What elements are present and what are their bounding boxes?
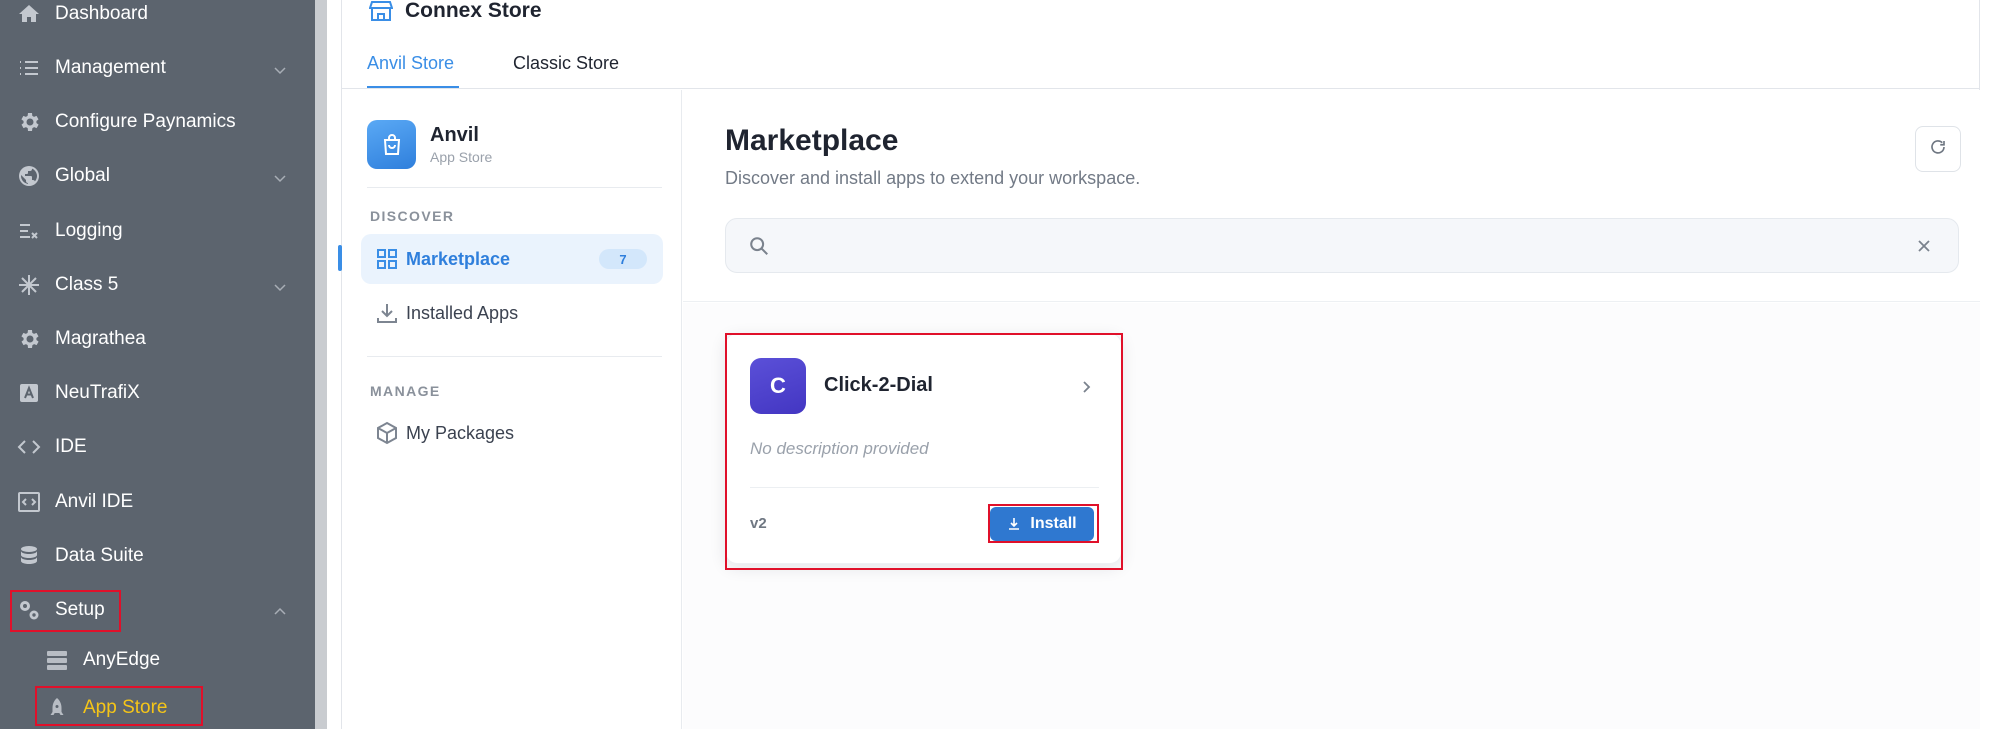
app-icon: C [750, 358, 806, 414]
sidebar-item-logging[interactable]: Logging [0, 206, 315, 256]
search-input[interactable] [784, 229, 1884, 263]
refresh-icon [1929, 138, 1947, 161]
app-name: Click-2-Dial [824, 374, 933, 396]
section-label-manage: MANAGE [370, 383, 441, 399]
divider [367, 187, 662, 188]
sidebar-item-data-suite[interactable]: Data Suite [0, 531, 315, 581]
sidebar-item-global[interactable]: Global [0, 151, 315, 201]
install-label: Install [1030, 515, 1077, 532]
server-icon [44, 647, 70, 673]
chevron-down-icon[interactable] [273, 61, 287, 75]
download-icon [375, 301, 399, 325]
sidebar-subitem-app-store[interactable]: App Store [0, 686, 315, 729]
divider [750, 487, 1099, 488]
store-nav-label: My Packages [406, 422, 515, 443]
log-list-icon [16, 218, 42, 244]
app-description: No description provided [750, 439, 929, 458]
search-bar [725, 218, 1959, 273]
sidebar-item-label: Logging [55, 220, 123, 241]
left-sidebar: Dashboard Management Configure Paynamics… [0, 0, 315, 729]
list-icon [16, 55, 42, 81]
sidebar-item-label: IDE [55, 436, 87, 457]
store-brand: Anvil App Store [367, 120, 667, 172]
sidebar-item-ide[interactable]: IDE [0, 422, 315, 472]
app-card[interactable]: C Click-2-Dial No description provided v… [725, 333, 1122, 564]
sidebar-item-dashboard[interactable]: Dashboard [0, 0, 315, 39]
chevron-down-icon[interactable] [273, 278, 287, 292]
sidebar-item-label: Dashboard [55, 3, 148, 24]
sidebar-subitem-label: App Store [83, 697, 168, 718]
sidebar-item-anvil-ide[interactable]: Anvil IDE [0, 477, 315, 527]
tab-anvil-store[interactable]: Anvil Store [367, 53, 454, 74]
sidebar-item-magrathea[interactable]: Magrathea [0, 314, 315, 364]
sidebar-item-label: Global [55, 165, 110, 186]
sidebar-item-label: Setup [55, 599, 105, 620]
store-nav-marketplace[interactable]: Marketplace 7 [361, 234, 663, 284]
chevron-down-icon[interactable] [273, 169, 287, 183]
download-icon [1009, 518, 1020, 530]
package-icon [375, 421, 399, 445]
main-area: Connex Store Anvil Store Classic Store A… [327, 0, 2000, 729]
code-window-icon [16, 489, 42, 515]
store-nav-label: Marketplace [406, 248, 511, 269]
refresh-button[interactable] [1915, 126, 1961, 172]
app-version: v2 [750, 515, 767, 532]
brand-name: Anvil [430, 124, 479, 146]
sidebar-item-management[interactable]: Management [0, 43, 315, 93]
search-icon [748, 235, 770, 257]
shopping-bag-icon [367, 120, 416, 169]
marketplace-subtitle: Discover and install apps to extend your… [725, 168, 1141, 188]
sidebar-item-label: Anvil IDE [55, 491, 134, 512]
asterisk-icon [16, 272, 42, 298]
sidebar-item-label: Class 5 [55, 274, 119, 295]
brand-subtitle: App Store [430, 149, 493, 165]
letter-a-icon [16, 380, 42, 406]
tabs-divider [341, 88, 1980, 89]
store-icon [368, 0, 394, 22]
database-icon [16, 543, 42, 569]
page-title: Connex Store [368, 0, 542, 22]
count-badge: 7 [599, 249, 647, 269]
marketplace-content: Marketplace Discover and install apps to… [683, 90, 1980, 729]
gear-icon [16, 109, 42, 135]
sidebar-item-label: Management [55, 57, 166, 78]
section-label-discover: DISCOVER [370, 208, 455, 224]
sidebar-item-setup[interactable]: Setup [0, 585, 315, 635]
marketplace-header: Marketplace Discover and install apps to… [683, 90, 1980, 302]
grid-icon [375, 247, 399, 271]
sidebar-subitem-anyedge[interactable]: AnyEdge [0, 638, 315, 682]
active-indicator [338, 245, 342, 271]
sidebar-item-neutrafix[interactable]: NeuTrafiX [0, 368, 315, 418]
gears-icon [16, 597, 42, 623]
code-icon [16, 434, 42, 460]
sidebar-item-configure-paynamics[interactable]: Configure Paynamics [0, 97, 315, 147]
sidebar-item-label: Configure Paynamics [55, 111, 236, 132]
gear-icon [16, 326, 42, 352]
sidebar-subitem-label: AnyEdge [83, 649, 161, 670]
store-nav-installed-apps[interactable]: Installed Apps [361, 288, 663, 338]
sidebar-item-label: NeuTrafiX [55, 382, 140, 403]
sidebar-item-label: Data Suite [55, 545, 144, 566]
globe-icon [16, 163, 42, 189]
install-button[interactable]: Install [990, 507, 1094, 541]
store-nav-my-packages[interactable]: My Packages [361, 408, 663, 458]
close-icon[interactable] [1916, 238, 1932, 254]
divider [367, 356, 662, 357]
sidebar-divider [315, 0, 327, 729]
chevron-up-icon[interactable] [273, 603, 287, 617]
marketplace-title: Marketplace [725, 124, 899, 157]
home-icon [16, 1, 42, 27]
tab-classic-store[interactable]: Classic Store [513, 53, 619, 74]
chevron-right-icon[interactable] [1078, 379, 1094, 395]
store-nav-label: Installed Apps [406, 302, 519, 323]
store-nav: Anvil App Store DISCOVER Marketplace 7 I… [338, 90, 682, 729]
rocket-icon [44, 695, 70, 721]
sidebar-item-class-5[interactable]: Class 5 [0, 260, 315, 310]
page-title-text: Connex Store [405, 0, 542, 22]
sidebar-item-label: Magrathea [55, 328, 146, 349]
